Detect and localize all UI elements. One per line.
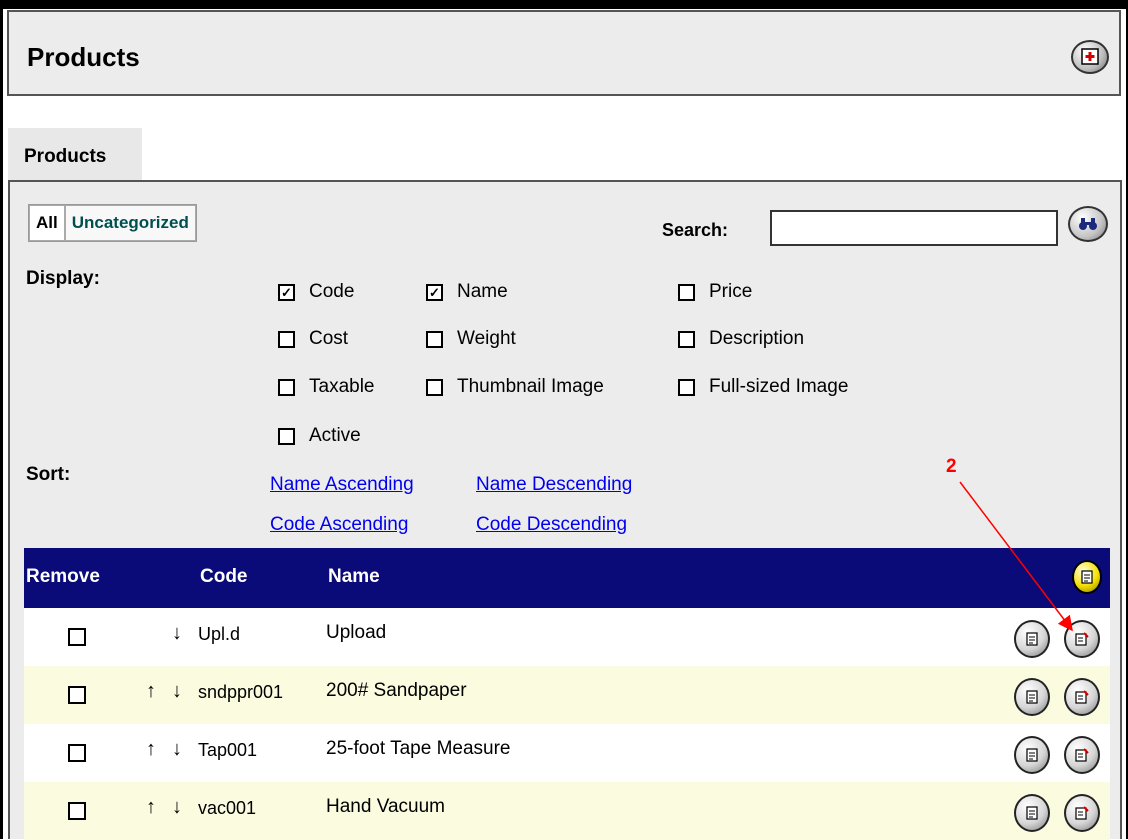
page-title: Products bbox=[27, 42, 140, 72]
move-down-icon[interactable]: ↓ bbox=[172, 622, 182, 645]
document-icon[interactable] bbox=[1014, 678, 1050, 716]
display-option-thumbnail[interactable]: Thumbnail Image bbox=[426, 376, 604, 398]
move-down-icon[interactable]: ↓ bbox=[172, 738, 182, 761]
search-label: Search: bbox=[662, 220, 729, 240]
display-option-cost[interactable]: Cost bbox=[278, 328, 348, 350]
checkbox[interactable]: ✓ bbox=[426, 283, 443, 301]
filter-all-button[interactable]: All bbox=[29, 205, 65, 241]
edit-document-icon[interactable] bbox=[1064, 736, 1100, 774]
search-input[interactable] bbox=[770, 210, 1058, 246]
title-bar: Products bbox=[7, 10, 1121, 96]
table-row: ↓ Upl.d Upload bbox=[24, 608, 1110, 666]
document-icon[interactable] bbox=[1014, 736, 1050, 774]
add-document-icon[interactable] bbox=[1072, 560, 1102, 594]
checkbox[interactable] bbox=[278, 427, 295, 445]
edit-document-icon[interactable] bbox=[1064, 678, 1100, 716]
move-up-icon[interactable]: ↑ bbox=[146, 680, 156, 703]
sort-name-ascending-link[interactable]: Name Ascending bbox=[270, 474, 414, 496]
table-header: Remove Code Name bbox=[24, 548, 1110, 608]
remove-checkbox[interactable] bbox=[68, 628, 86, 646]
category-filter: All Uncategorized bbox=[28, 204, 197, 242]
move-up-icon[interactable]: ↑ bbox=[146, 796, 156, 819]
document-icon[interactable] bbox=[1014, 620, 1050, 658]
move-down-icon[interactable]: ↓ bbox=[172, 796, 182, 819]
products-panel: All Uncategorized Search: Display: ✓ Code… bbox=[8, 180, 1122, 840]
filter-uncategorized-button[interactable]: Uncategorized bbox=[64, 205, 196, 241]
edit-document-icon[interactable] bbox=[1064, 794, 1100, 832]
move-up-icon[interactable]: ↑ bbox=[146, 738, 156, 761]
remove-checkbox[interactable] bbox=[68, 686, 86, 704]
checkbox[interactable] bbox=[678, 330, 695, 348]
row-code: vac001 bbox=[198, 798, 257, 818]
header-remove: Remove bbox=[26, 566, 100, 587]
tab-products[interactable]: Products bbox=[8, 128, 142, 180]
row-code: Tap001 bbox=[198, 740, 258, 760]
checkbox[interactable] bbox=[426, 330, 443, 348]
display-label: Display: bbox=[26, 268, 100, 289]
row-name: 200# Sandpaper bbox=[326, 680, 467, 701]
checkbox[interactable] bbox=[426, 378, 443, 396]
header-code: Code bbox=[200, 566, 248, 587]
table-row: ↑ ↓ Tap001 25-foot Tape Measure bbox=[24, 724, 1110, 782]
row-code: Upl.d bbox=[198, 624, 241, 644]
sort-name-descending-link[interactable]: Name Descending bbox=[476, 474, 632, 496]
display-option-name[interactable]: ✓ Name bbox=[426, 281, 508, 303]
annotation-number: 2 bbox=[946, 456, 957, 477]
display-option-weight[interactable]: Weight bbox=[426, 328, 516, 350]
edit-document-icon[interactable] bbox=[1064, 620, 1100, 658]
display-option-taxable[interactable]: Taxable bbox=[278, 376, 375, 398]
display-option-description[interactable]: Description bbox=[678, 328, 804, 350]
move-down-icon[interactable]: ↓ bbox=[172, 680, 182, 703]
header-name: Name bbox=[328, 566, 380, 587]
checkbox[interactable] bbox=[678, 283, 695, 301]
checkbox[interactable] bbox=[278, 378, 295, 396]
document-icon[interactable] bbox=[1014, 794, 1050, 832]
display-option-code[interactable]: ✓ Code bbox=[278, 281, 354, 303]
checkbox[interactable] bbox=[678, 378, 695, 396]
row-name: Upload bbox=[326, 622, 387, 643]
binoculars-icon[interactable] bbox=[1068, 206, 1108, 242]
sort-code-descending-link[interactable]: Code Descending bbox=[476, 514, 627, 536]
checkbox[interactable]: ✓ bbox=[278, 283, 295, 301]
display-option-price[interactable]: Price bbox=[678, 281, 752, 303]
remove-checkbox[interactable] bbox=[68, 744, 86, 762]
display-option-active[interactable]: Active bbox=[278, 425, 361, 447]
checkbox[interactable] bbox=[278, 330, 295, 348]
sort-label: Sort: bbox=[26, 464, 71, 485]
table-row: ↑ ↓ vac001 Hand Vacuum bbox=[24, 782, 1110, 840]
row-name: 25-foot Tape Measure bbox=[326, 738, 511, 759]
display-option-fullsize[interactable]: Full-sized Image bbox=[678, 376, 848, 398]
close-window-icon[interactable] bbox=[1071, 40, 1109, 74]
table-row: ↑ ↓ sndppr001 200# Sandpaper bbox=[24, 666, 1110, 724]
remove-checkbox[interactable] bbox=[68, 802, 86, 820]
sort-code-ascending-link[interactable]: Code Ascending bbox=[270, 514, 408, 536]
row-name: Hand Vacuum bbox=[326, 796, 445, 817]
row-code: sndppr001 bbox=[198, 682, 284, 702]
tab-label: Products bbox=[24, 146, 107, 167]
